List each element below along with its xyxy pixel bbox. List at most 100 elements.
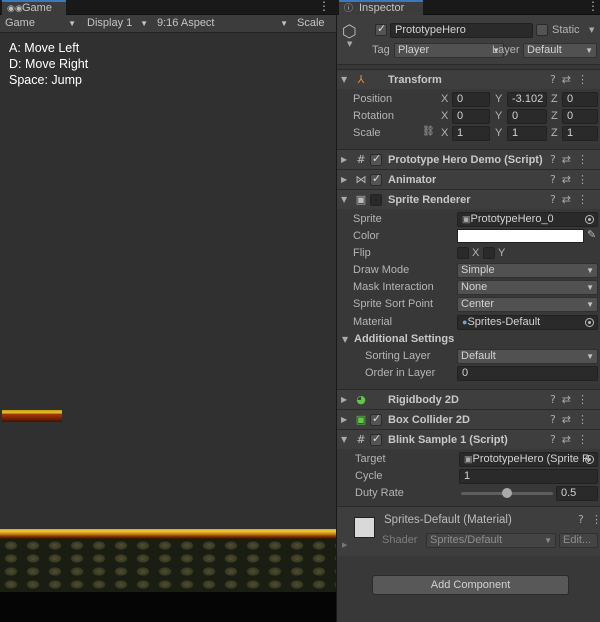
layer-dropdown[interactable]: Default ▼ (523, 43, 597, 58)
draw-mode-dropdown[interactable]: Simple ▼ (457, 263, 598, 278)
scale-z-field[interactable]: 1 (562, 126, 598, 141)
scale-x-field[interactable]: 1 (452, 126, 490, 141)
box-collider-enabled-checkbox[interactable] (370, 412, 382, 426)
draw-mode-label: Draw Mode (353, 264, 410, 276)
display-dropdown[interactable]: Display 1 ▼ (82, 15, 152, 33)
mask-interaction-value: None (461, 281, 488, 293)
fold-closed-icon[interactable]: ▶ (341, 415, 347, 424)
object-picker-icon[interactable] (585, 318, 594, 327)
display-label: Display 1 (87, 17, 133, 29)
shader-edit-button[interactable]: Edit... (559, 533, 598, 548)
kebab-menu-icon[interactable]: ⋮ (591, 513, 600, 526)
blink-sample-header[interactable]: ▼ # Blink Sample 1 (Script) ?⇄⋮ (337, 429, 600, 449)
floating-platform (2, 410, 62, 422)
sprite-renderer-header[interactable]: ▼ ▣ Sprite Renderer ?⇄⋮ (337, 189, 600, 209)
fold-closed-icon[interactable]: ▶ (341, 175, 347, 184)
chevron-down-icon: ▼ (585, 46, 593, 55)
duty-rate-slider-handle[interactable] (502, 488, 512, 498)
target-value: PrototypeHero (Sprite R (472, 453, 590, 465)
flip-y-checkbox[interactable] (483, 247, 495, 259)
component-header-icons[interactable]: ?⇄⋮ (550, 433, 594, 446)
prototype-demo-header[interactable]: ▶ # Prototype Hero Demo (Script) ?⇄⋮ (337, 149, 600, 169)
prototype-demo-enabled-checkbox[interactable] (370, 152, 382, 166)
rotation-y-field[interactable]: 0 (507, 109, 547, 124)
duty-rate-field[interactable]: 0.5 (556, 486, 598, 501)
order-in-layer-field[interactable]: 0 (457, 366, 598, 381)
object-active-checkbox[interactable] (375, 22, 387, 36)
layer-value: Default (527, 44, 562, 56)
shader-dropdown[interactable]: Sprites/Default ▼ (426, 533, 556, 548)
position-z-field[interactable]: 0 (562, 92, 598, 107)
eyedropper-icon[interactable]: ✎ (587, 228, 596, 241)
component-header-icons[interactable]: ?⇄⋮ (550, 393, 594, 406)
game-viewport[interactable]: A: Move Left D: Move Right Space: Jump (0, 33, 336, 622)
rigidbody-icon: ◕ (356, 393, 366, 406)
component-header-icons[interactable]: ?⇄⋮ (550, 153, 594, 166)
flip-x-checkbox[interactable] (457, 247, 469, 259)
fold-closed-icon[interactable]: ▶ (341, 155, 347, 164)
chevron-down-icon[interactable]: ▼ (589, 26, 594, 34)
sprite-sort-point-dropdown[interactable]: Center ▼ (457, 297, 598, 312)
static-checkbox[interactable] (536, 24, 548, 36)
sprite-object-field[interactable]: ▣PrototypeHero_0 (457, 212, 598, 227)
layer-label: Layer (492, 44, 520, 56)
inspector-tabbar: ⓘ Inspector ⋮ (337, 0, 600, 15)
color-swatch[interactable] (457, 229, 584, 243)
rotation-z-field[interactable]: 0 (562, 109, 598, 124)
fold-closed-icon[interactable]: ▶ (342, 541, 347, 549)
gamepad-icon: ◉◉ (7, 3, 23, 13)
scale-slider-label[interactable]: Scale (292, 15, 336, 33)
box-collider-header[interactable]: ▶ ▣ Box Collider 2D ?⇄⋮ (337, 409, 600, 429)
animator-enabled-checkbox[interactable] (370, 172, 382, 186)
fold-closed-icon[interactable]: ▶ (341, 395, 347, 404)
tab-game[interactable]: ◉◉ Game (2, 0, 66, 15)
component-header-icons[interactable]: ?⇄⋮ (550, 193, 594, 206)
rigidbody-header[interactable]: ▶ ◕ Rigidbody 2D ?⇄⋮ (337, 389, 600, 409)
rotation-x-field[interactable]: 0 (452, 109, 490, 124)
inspector-panel: ⬡ ▼ PrototypeHero Static ▼ Tag Player ▼ … (337, 15, 600, 622)
component-header-icons[interactable]: ?⇄⋮ (550, 413, 594, 426)
blink-sample-enabled-checkbox[interactable] (370, 432, 382, 446)
tab-inspector-label: Inspector (359, 2, 405, 14)
fold-open-icon[interactable]: ▼ (342, 335, 348, 344)
tab-inspector[interactable]: ⓘ Inspector (339, 0, 423, 15)
sprite-value: PrototypeHero_0 (470, 213, 554, 225)
fold-open-icon[interactable]: ▼ (341, 195, 347, 204)
add-component-button[interactable]: Add Component (372, 575, 569, 595)
scale-label: Scale (353, 127, 381, 139)
object-name-field[interactable]: PrototypeHero (390, 23, 533, 38)
cycle-field[interactable]: 1 (459, 469, 598, 484)
help-line-left: A: Move Left (9, 41, 80, 55)
sprite-renderer-enabled-checkbox[interactable] (370, 194, 382, 206)
material-object-field[interactable]: ●Sprites-Default (457, 315, 598, 330)
sprite-sort-point-label: Sprite Sort Point (353, 298, 434, 310)
inspector-menu-icon[interactable]: ⋮ (587, 0, 599, 15)
game-mode-dropdown[interactable]: Game ▼ (0, 15, 80, 33)
object-picker-icon[interactable] (585, 455, 594, 464)
transform-header[interactable]: ▼ ⅄ Transform ?⇄⋮ (337, 69, 600, 89)
position-x-field[interactable]: 0 (452, 92, 490, 107)
sorting-layer-dropdown[interactable]: Default ▼ (457, 349, 598, 364)
target-object-field[interactable]: ▣PrototypeHero (Sprite R (459, 452, 598, 467)
mask-interaction-dropdown[interactable]: None ▼ (457, 280, 598, 295)
position-y-field[interactable]: -3.102 (507, 92, 547, 107)
fold-open-icon[interactable]: ▼ (341, 75, 347, 84)
scale-label: Scale (297, 17, 325, 29)
position-label: Position (353, 93, 393, 105)
transform-title: Transform (388, 74, 442, 86)
additional-settings-title[interactable]: Additional Settings (354, 333, 454, 345)
fold-open-icon[interactable]: ▼ (341, 435, 347, 444)
help-icon[interactable]: ? (578, 513, 584, 526)
tag-dropdown[interactable]: Player ▼ (394, 43, 504, 58)
component-header-icons[interactable]: ?⇄⋮ (550, 73, 594, 86)
component-header-icons[interactable]: ?⇄⋮ (550, 173, 594, 186)
constrain-proportions-icon[interactable]: ⛓ (422, 126, 435, 137)
object-picker-icon[interactable] (585, 215, 594, 224)
scale-y-field[interactable]: 1 (507, 126, 547, 141)
material-value: Sprites-Default (467, 316, 541, 328)
game-panel-menu-icon[interactable]: ⋮ (318, 0, 330, 15)
aspect-dropdown[interactable]: 9:16 Aspect ▼ (152, 15, 292, 33)
target-thumb-icon: ▣ (464, 454, 473, 464)
animator-header[interactable]: ▶ ⋈ Animator ?⇄⋮ (337, 169, 600, 189)
chevron-down-icon[interactable]: ▼ (347, 40, 352, 48)
